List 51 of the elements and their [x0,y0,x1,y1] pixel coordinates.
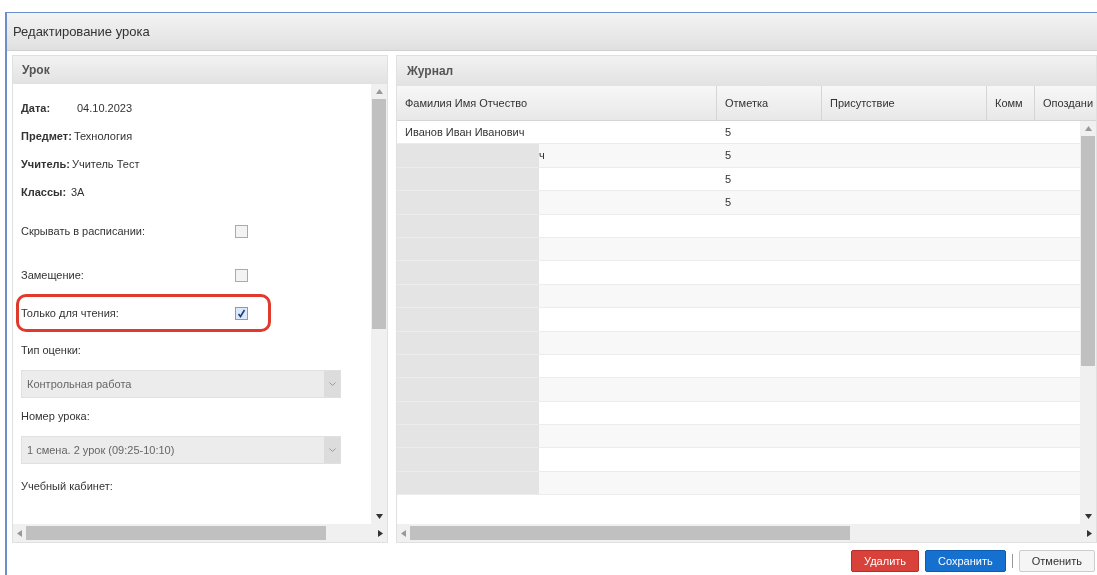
chevron-icon [328,448,336,452]
horizontal-scrollbar[interactable] [13,524,387,542]
field-value: Технология [73,128,133,144]
field-value: 04.10.2023 [77,100,133,116]
scroll-right-icon[interactable] [378,529,383,537]
scrollbar-thumb[interactable] [1081,136,1095,366]
column-header[interactable]: Фамилия Имя Отчество [397,86,717,120]
panel-title: Урок [22,62,50,79]
horizontal-scrollbar[interactable] [397,524,1096,542]
checkbox[interactable] [235,268,248,282]
column-header[interactable]: Опоздани [1035,86,1096,120]
field-label: Номер урока: [21,409,91,424]
save-button[interactable]: Сохранить [925,550,1006,572]
scroll-down-icon[interactable] [1084,514,1092,519]
field-value: 3А [71,184,85,200]
checkbox[interactable] [235,224,248,238]
field-label: Тип оценки: [21,343,82,358]
vertical-scrollbar[interactable] [371,84,387,524]
field-label: Учебный кабинет: [21,479,114,494]
scrollbar-thumb[interactable] [372,99,386,329]
checkbox-label: Замещение: [21,267,85,283]
field-label: Предмет: [21,128,72,144]
checkbox[interactable] [235,306,248,320]
table-cell-text: 5 [724,195,733,211]
checkbox-label: Скрывать в расписании: [21,223,146,239]
column-header[interactable]: Присутствие [822,86,987,120]
column-header[interactable]: Комм [987,86,1035,120]
scroll-left-icon[interactable] [401,529,406,537]
scroll-right-icon[interactable] [1087,529,1092,537]
checkbox-label: Только для чтения: [21,305,120,321]
column-header[interactable]: Отметка [717,86,822,120]
scrollbar-thumb[interactable] [26,526,326,540]
vertical-scrollbar[interactable] [1080,121,1096,524]
panel-title: Журнал [407,63,454,80]
cancel-button[interactable]: Отменить [1018,550,1095,572]
scroll-down-icon[interactable] [375,514,383,519]
field-label: Классы: [21,184,68,200]
table-cell-text: 5 [724,171,733,187]
field-label: Дата: [21,100,52,116]
chevron-icon [328,382,336,386]
scroll-up-icon[interactable] [1084,126,1092,131]
window-title: Редактирование урока [13,22,150,41]
table-cell-text: Иванов Иван Иванович [404,124,526,140]
scroll-left-icon[interactable] [17,529,22,537]
table-cell-text: 5 [724,148,733,164]
field-label: Учитель: [21,156,70,172]
scroll-up-icon[interactable] [375,89,383,94]
table-cell-text: 5 [724,124,733,140]
delete-button[interactable]: Удалить [851,550,920,572]
field-value: Учитель Тест [71,156,140,172]
scrollbar-thumb[interactable] [410,526,850,540]
